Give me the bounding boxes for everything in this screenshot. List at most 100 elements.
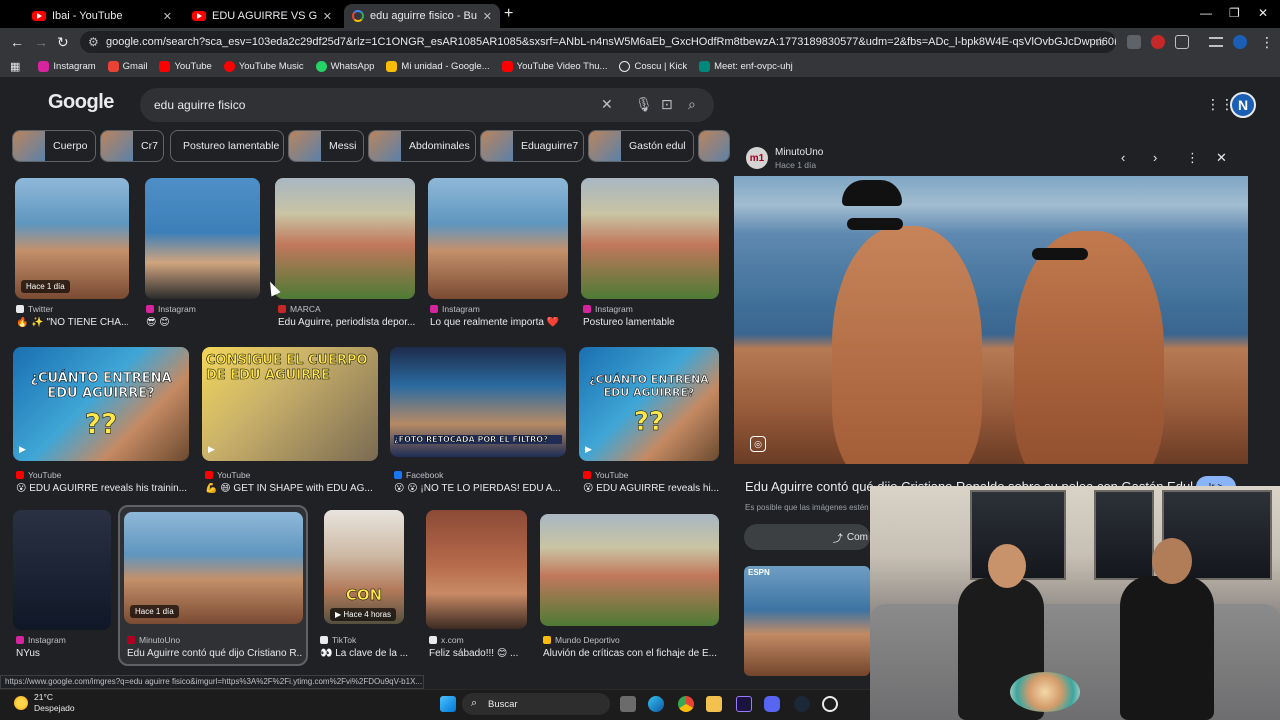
close-icon[interactable]: ✕ xyxy=(163,10,172,23)
result-caption[interactable]: Edu Aguirre, periodista depor... xyxy=(278,317,416,328)
result-caption[interactable]: 😮 EDU AGUIRRE reveals hi... xyxy=(583,483,719,494)
result-caption[interactable]: 😮 EDU AGUIRRE reveals his trainin... xyxy=(16,483,188,494)
chip-cr7[interactable]: Cr7 xyxy=(100,130,164,162)
result-caption[interactable]: NYus xyxy=(16,648,111,659)
task-view-icon[interactable] xyxy=(620,696,636,712)
bookmark-youtube-thumbnail[interactable]: YouTube Video Thu... xyxy=(501,61,607,72)
bookmark-star-icon[interactable]: ☆ xyxy=(1094,34,1106,50)
back-icon[interactable]: ← xyxy=(10,34,24,50)
result-thumbnail[interactable]: Hace 1 día xyxy=(124,512,303,624)
chrome-icon[interactable] xyxy=(678,696,694,712)
new-tab-button[interactable]: + xyxy=(504,5,513,23)
result-caption[interactable]: 💪 😄 GET IN SHAPE with EDU AG... xyxy=(205,483,377,494)
result-caption[interactable]: Feliz sábado!!! 😊 ... xyxy=(429,648,527,659)
reading-list-icon[interactable] xyxy=(1209,37,1223,47)
menu-icon[interactable]: ⋮ xyxy=(1260,34,1274,51)
result-caption[interactable]: 😎 😊 xyxy=(146,317,258,328)
bookmark-instagram[interactable]: Instagram xyxy=(38,61,96,72)
discord-icon[interactable] xyxy=(764,696,780,712)
minimize-icon[interactable]: — xyxy=(1200,6,1212,20)
minutouno-logo[interactable]: m1 xyxy=(746,147,768,169)
bookmark-youtube-music[interactable]: YouTube Music xyxy=(223,61,304,72)
next-icon[interactable]: › xyxy=(1153,150,1157,165)
result-thumbnail[interactable]: ¿CUÁNTO ENTRENA EDU AGUIRRE? ?? ▶ xyxy=(579,347,719,461)
related-image[interactable]: ESPN xyxy=(744,566,870,676)
panel-source[interactable]: MinutoUno xyxy=(775,147,823,158)
bookmark-whatsapp[interactable]: WhatsApp xyxy=(315,61,374,72)
result-source[interactable]: Mundo Deportivo xyxy=(543,635,620,645)
bookmark-youtube[interactable]: YouTube xyxy=(159,61,212,72)
chip-cuerpo[interactable]: Cuerpo xyxy=(12,130,96,162)
result-caption[interactable]: 🔥 ✨ "NO TIENE CHA... xyxy=(16,317,128,328)
more-options-icon[interactable]: ⋮ xyxy=(1186,150,1199,166)
clear-icon[interactable]: ✕ xyxy=(601,96,613,113)
url-field[interactable]: ⚙ google.com/search?sca_esv=103eda2c29df… xyxy=(80,31,1116,53)
search-input[interactable]: edu aguirre fisico xyxy=(140,88,714,122)
google-logo[interactable]: Google xyxy=(48,91,114,114)
share-button[interactable]: ⤴ Com xyxy=(744,524,870,550)
forward-icon[interactable]: → xyxy=(34,34,48,50)
result-thumbnail[interactable]: CONSIGUE EL CUERPO DE EDU AGUIRRE ▶ xyxy=(202,347,378,461)
bookmark-kick[interactable]: Coscu | Kick xyxy=(619,61,687,72)
chip-eduaguirre7[interactable]: Eduaguirre7 xyxy=(480,130,584,162)
result-thumbnail[interactable] xyxy=(275,178,415,299)
chip-postureo-lamentable[interactable]: Postureo lamentable xyxy=(170,130,284,162)
profile-icon[interactable] xyxy=(1233,35,1247,49)
result-source[interactable]: Instagram xyxy=(583,304,633,314)
close-panel-icon[interactable]: ✕ xyxy=(1216,150,1227,166)
avatar[interactable]: N xyxy=(1230,92,1256,118)
result-caption[interactable]: 👀 La clave de la ... xyxy=(320,648,412,659)
result-source[interactable]: Instagram xyxy=(430,304,480,314)
extensions-puzzle-icon[interactable] xyxy=(1175,35,1189,49)
result-caption[interactable]: Postureo lamentable xyxy=(583,317,719,328)
result-thumbnail[interactable] xyxy=(13,510,111,630)
restore-icon[interactable]: ❐ xyxy=(1229,6,1240,20)
site-settings-icon[interactable]: ⚙ xyxy=(88,35,99,49)
result-source[interactable]: MinutoUno xyxy=(127,635,180,645)
steam-icon[interactable] xyxy=(794,696,810,712)
chip-gaston-edul[interactable]: Gastón edul xyxy=(588,130,694,162)
result-source[interactable]: Instagram xyxy=(146,304,196,314)
result-source[interactable]: Instagram xyxy=(16,635,66,645)
result-caption[interactable]: 😮 😮 ¡NO TE LO PIERDAS! EDU A... xyxy=(394,483,566,494)
result-thumbnail[interactable] xyxy=(428,178,568,299)
result-source[interactable]: YouTube xyxy=(205,470,250,480)
lens-icon[interactable]: ⊡ xyxy=(661,96,673,113)
bookmark-google-drive[interactable]: Mi unidad - Google... xyxy=(386,61,490,72)
result-thumbnail[interactable] xyxy=(145,178,260,299)
result-source[interactable]: YouTube xyxy=(16,470,61,480)
result-source[interactable]: x.com xyxy=(429,635,464,645)
close-icon[interactable]: ✕ xyxy=(483,10,492,23)
weather-widget[interactable]: 21°C Despejado xyxy=(14,692,75,714)
previous-icon[interactable]: ‹ xyxy=(1121,150,1125,165)
result-caption[interactable]: Aluvión de críticas con el fichaje de E.… xyxy=(543,648,719,659)
chip-abdominales[interactable]: Abdominales xyxy=(368,130,476,162)
lens-search-icon[interactable]: ◎ xyxy=(750,436,766,452)
chip-messi[interactable]: Messi xyxy=(288,130,364,162)
taskbar-search[interactable]: ⌕ Buscar xyxy=(462,693,610,715)
result-thumbnail[interactable] xyxy=(540,514,719,626)
bookmark-gmail[interactable]: Gmail xyxy=(107,61,147,72)
bookmark-meet[interactable]: Meet: enf-ovpc-uhj xyxy=(699,61,793,72)
result-source[interactable]: YouTube xyxy=(583,470,628,480)
result-thumbnail[interactable] xyxy=(581,178,719,299)
result-caption[interactable]: Edu Aguirre contó qué dijo Cristiano R..… xyxy=(127,648,303,659)
edge-icon[interactable] xyxy=(648,696,664,712)
result-source[interactable]: MARCA xyxy=(278,304,321,314)
search-icon[interactable]: ⌕ xyxy=(688,96,696,113)
extension-icon[interactable] xyxy=(1127,35,1141,49)
result-thumbnail[interactable]: Hace 1 día xyxy=(15,178,129,299)
file-explorer-icon[interactable] xyxy=(706,696,722,712)
tab-edu-vs-gaston[interactable]: EDU AGUIRRE VS GASTÓN EDU ✕ xyxy=(184,4,340,28)
close-icon[interactable]: ✕ xyxy=(323,10,332,23)
microphone-icon[interactable]: 🎙 xyxy=(635,96,653,113)
result-source[interactable]: Twitter xyxy=(16,304,53,314)
obs-icon[interactable] xyxy=(822,696,838,712)
result-thumbnail[interactable]: CON ▶ Hace 4 horas xyxy=(324,510,404,624)
tab-google-search[interactable]: edu aguirre fisico - Buscar con ✕ xyxy=(344,4,500,28)
adblock-icon[interactable] xyxy=(1151,35,1165,49)
premiere-icon[interactable] xyxy=(736,696,752,712)
windows-start-icon[interactable] xyxy=(440,696,456,712)
preview-image[interactable] xyxy=(734,176,1248,464)
result-thumbnail[interactable] xyxy=(426,510,527,629)
